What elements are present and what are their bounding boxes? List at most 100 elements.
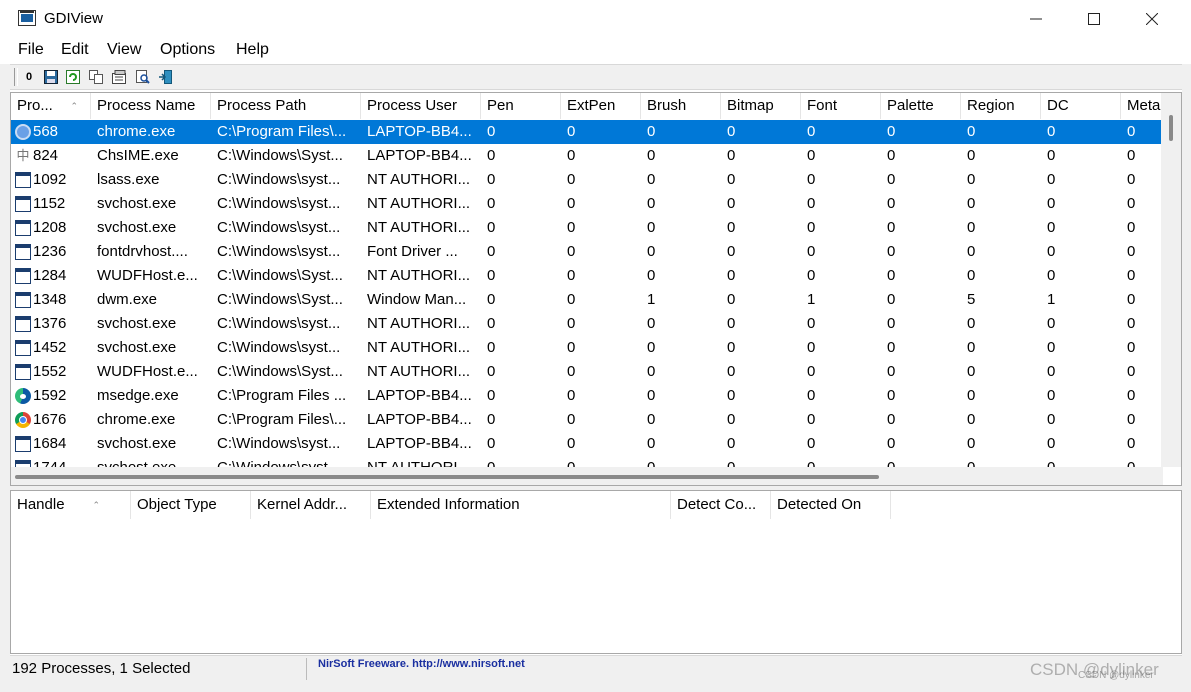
cell-extpen: 0 [567,267,576,284]
cell-bitmap: 0 [727,435,736,452]
cell-font: 0 [807,243,816,260]
process-row[interactable]: 1592 msedge.exe C:\Program Files ... LAPTOP… [11,384,1161,408]
cell-brush: 1 [647,291,656,308]
cell-region: 5 [967,291,976,308]
cell-pid: 1348 [33,291,67,308]
cell-palette: 0 [887,243,896,260]
nirsoft-link[interactable]: NirSoft Freeware. http://www.nirsoft.net [318,658,525,670]
process-row[interactable]: 1092 lsass.exe C:\Windows\syst... NT AUTHOR… [11,168,1161,192]
maximize-icon [1088,13,1100,25]
save-icon[interactable] [42,68,60,86]
cell-process-name: msedge.exe [97,387,179,404]
cell-pen: 0 [487,267,496,284]
cell-region: 0 [967,435,976,452]
process-row[interactable]: 1284 WUDFHost.e... C:\Windows\Syst... NT AU… [11,264,1161,288]
vertical-scroll-thumb[interactable] [1169,115,1173,141]
process-row[interactable]: 中 824 ChsIME.exe C:\Windows\Syst... LAPTOP-B… [11,144,1161,168]
header-extended-information[interactable]: Extended Information [371,491,671,519]
cell-palette: 0 [887,147,896,164]
exit-icon[interactable] [156,68,174,86]
cell-dc: 0 [1047,267,1056,284]
title-bar: GDIView [0,0,1191,38]
menu-view[interactable]: View [107,41,141,59]
header-kernel-address[interactable]: Kernel Addr... [251,491,371,519]
cell-process-path: C:\Windows\Syst... [217,291,343,308]
cell-pen: 0 [487,411,496,428]
header-col-pen[interactable]: Pen [481,93,561,119]
header-col-pid[interactable]: Pro... ⌃ [11,93,91,119]
cell-brush: 0 [647,339,656,356]
find-icon[interactable] [134,68,152,86]
header-col-process-name[interactable]: Process Name [91,93,211,119]
cell-pid: 1376 [33,315,67,332]
cell-region: 0 [967,363,976,380]
process-list-horizontal-scrollbar[interactable] [11,467,1163,485]
cell-pid: 1236 [33,243,67,260]
horizontal-scroll-thumb[interactable] [15,475,879,479]
process-row[interactable]: 1236 fontdrvhost.... C:\Windows\syst... Fon… [11,240,1161,264]
cell-brush: 0 [647,387,656,404]
process-list-vertical-scrollbar[interactable] [1161,93,1181,467]
menu-options[interactable]: Options [160,41,215,59]
cell-process-name: svchost.exe [97,195,177,212]
header-detected-on[interactable]: Detected On [771,491,891,519]
process-row[interactable]: 1552 WUDFHost.e... C:\Windows\Syst... NT AU… [11,360,1161,384]
header-col-dc[interactable]: DC [1041,93,1121,119]
csdn-watermark-sub: CSDN @dylinker [1078,670,1154,681]
properties-icon[interactable] [110,68,128,86]
copy-icon[interactable] [87,68,105,86]
header-col-region[interactable]: Region [961,93,1041,119]
menu-file[interactable]: File [18,41,44,59]
process-row[interactable]: 1348 dwm.exe C:\Windows\Syst... Window Man.… [11,288,1161,312]
header-col-process-user[interactable]: Process User [361,93,481,119]
cell-font: 0 [807,123,816,140]
cell-brush: 0 [647,363,656,380]
pause-icon[interactable]: 0 [20,68,38,86]
refresh-icon[interactable] [64,68,82,86]
process-row[interactable]: 1684 svchost.exe C:\Windows\syst... LAPTOP-… [11,432,1161,456]
cell-dc: 0 [1047,123,1056,140]
cell-process-user: LAPTOP-BB4... [367,411,472,428]
process-row[interactable]: 1152 svchost.exe C:\Windows\syst... NT AUTH… [11,192,1161,216]
cell-dc: 0 [1047,219,1056,236]
header-handle[interactable]: Handle ⌃ [11,491,131,519]
process-row[interactable]: 1208 svchost.exe C:\Windows\syst... NT AUTH… [11,216,1161,240]
header-col-bitmap[interactable]: Bitmap [721,93,801,119]
menu-help[interactable]: Help [236,41,269,59]
process-row[interactable]: 568 chrome.exe C:\Program Files\... LAPTOP-… [11,120,1161,144]
cell-pid: 1592 [33,387,67,404]
header-col-brush[interactable]: Brush [641,93,721,119]
process-row[interactable]: 1676 chrome.exe C:\Program Files\... LAPTOP… [11,408,1161,432]
cell-dc: 0 [1047,147,1056,164]
menu-edit[interactable]: Edit [61,41,89,59]
cell-region: 0 [967,315,976,332]
cell-dc: 0 [1047,411,1056,428]
cell-pen: 0 [487,363,496,380]
handle-list[interactable]: Handle ⌃ Object Type Kernel Addr... Extended… [10,490,1182,654]
header-col-extpen[interactable]: ExtPen [561,93,641,119]
header-object-type[interactable]: Object Type [131,491,251,519]
cell-process-path: C:\Program Files ... [217,387,347,404]
header-col-font[interactable]: Font [801,93,881,119]
process-row[interactable]: 1452 svchost.exe C:\Windows\syst... NT AUTH… [11,336,1161,360]
cell-palette: 0 [887,219,896,236]
header-detect-count[interactable]: Detect Co... [671,491,771,519]
process-row[interactable]: 1376 svchost.exe C:\Windows\syst... NT AUTH… [11,312,1161,336]
header-col-process-path[interactable]: Process Path [211,93,361,119]
menu-bar: File Edit View Options Help [0,38,1191,64]
cell-brush: 0 [647,411,656,428]
cell-pen: 0 [487,219,496,236]
cell-dc: 0 [1047,195,1056,212]
close-icon [1146,13,1158,25]
minimize-button[interactable] [1007,0,1065,38]
process-list[interactable]: Pro... ⌃ Process Name Process Path Process U… [10,92,1182,486]
cell-font: 0 [807,147,816,164]
cell-extpen: 0 [567,315,576,332]
cell-process-path: C:\Program Files\... [217,123,347,140]
close-button[interactable] [1123,0,1181,38]
maximize-button[interactable] [1065,0,1123,38]
cell-process-user: Font Driver ... [367,243,458,260]
header-col-palette[interactable]: Palette [881,93,961,119]
toolbar-grip [14,68,18,86]
cell-region: 0 [967,147,976,164]
